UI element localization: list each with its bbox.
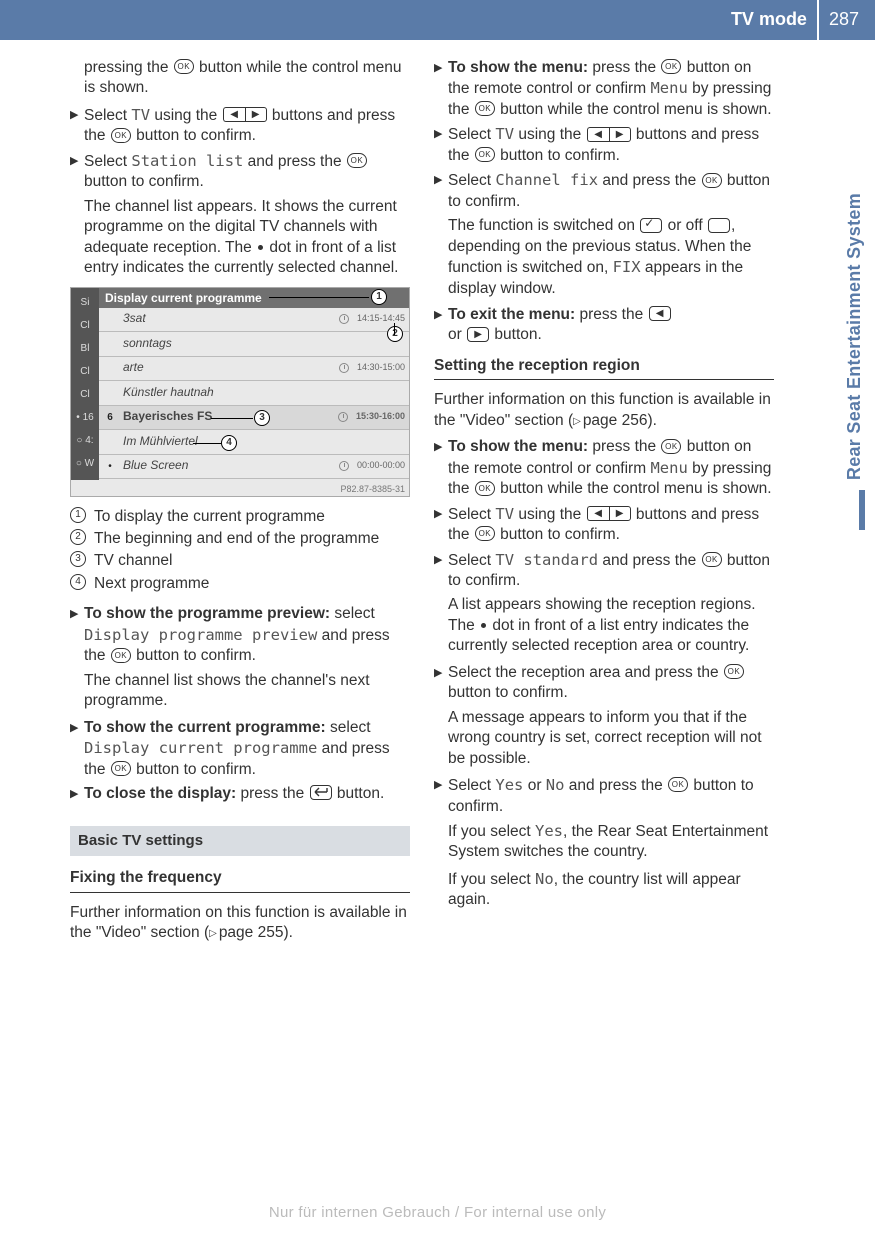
watermark-footer: Nur für internen Gebrauch / For internal… xyxy=(0,1203,875,1223)
tv-standard-result: A list appears showing the reception reg… xyxy=(434,595,774,656)
screenshot-ref: P82.87-8385-31 xyxy=(340,484,405,496)
ok-button-icon: OK xyxy=(475,526,495,541)
no-result: If you select No, the country list will … xyxy=(434,869,774,911)
step-show-menu-1: ▶ To show the menu: press the OK button … xyxy=(434,58,774,120)
screenshot-list-row: Künstler hautnah xyxy=(99,381,409,406)
right-arrow-icon: ▶ xyxy=(467,327,489,342)
left-right-arrows-icon: ◀▶ xyxy=(587,127,631,142)
callout-4: 4 xyxy=(221,435,237,451)
callout-legend: 1To display the current programme 2The b… xyxy=(70,507,410,595)
step-show-preview: ▶ To show the programme preview: select … xyxy=(70,604,410,666)
callout-1: 1 xyxy=(371,289,387,305)
ok-button-icon: OK xyxy=(668,777,688,792)
step-show-current: ▶ To show the current programme: select … xyxy=(70,718,410,780)
ok-button-icon: OK xyxy=(724,664,744,679)
screenshot-list-row: •Blue Screen00:00-00:00 xyxy=(99,455,409,480)
dot-icon xyxy=(258,245,263,250)
screenshot-list-row: arte14:30-15:00 xyxy=(99,357,409,382)
left-right-arrows-icon: ◀▶ xyxy=(587,506,631,521)
ok-button-icon: OK xyxy=(475,481,495,496)
channel-fix-result: The function is switched on or off , dep… xyxy=(434,216,774,299)
ok-button-icon: OK xyxy=(475,101,495,116)
left-column: pressing the OK button while the control… xyxy=(70,54,410,950)
step-select-tv: ▶ Select TV using the ◀▶ buttons and pre… xyxy=(70,105,410,147)
intro-text: pressing the OK button while the control… xyxy=(70,58,410,99)
header-title: TV mode xyxy=(731,0,819,40)
screenshot-list-row: 3sat14:15-14:45 xyxy=(99,308,409,333)
ok-button-icon: OK xyxy=(702,552,722,567)
dot-icon xyxy=(481,623,486,628)
side-tab-label: Rear Seat Entertainment System xyxy=(843,193,867,480)
step-station-list: ▶ Select Station list and press the OK b… xyxy=(70,151,410,193)
step-close-display: ▶ To close the display: press the but­to… xyxy=(70,784,410,804)
subheading-reception-region: Setting the reception region xyxy=(434,356,774,380)
back-button-icon xyxy=(310,785,332,800)
yes-result: If you select Yes, the Rear Seat Enterta… xyxy=(434,821,774,863)
page-number: 287 xyxy=(819,8,859,32)
step-show-menu-2: ▶ To show the menu: press the OK button … xyxy=(434,437,774,499)
left-arrow-icon: ◀ xyxy=(649,306,671,321)
ok-button-icon: OK xyxy=(174,59,194,74)
step-exit-menu: ▶ To exit the menu: press the ◀ or ▶ but… xyxy=(434,305,774,346)
section-basic-tv-settings: Basic TV settings xyxy=(70,826,410,856)
fixing-frequency-note: Further information on this function is … xyxy=(70,903,410,944)
checkbox-off-icon xyxy=(708,218,730,233)
ok-button-icon: OK xyxy=(475,147,495,162)
station-list-result: The channel list appears. It shows the c… xyxy=(70,197,410,279)
screenshot-left-strip: Si Cl Bl Cl Cl • 16 ○ 4: ○ W xyxy=(71,288,99,480)
screenshot-list-row: sonntags xyxy=(99,332,409,357)
subheading-fixing-frequency: Fixing the frequency xyxy=(70,868,410,892)
screenshot-list-row: Im Mühlviertel xyxy=(99,430,409,455)
ok-button-icon: OK xyxy=(111,128,131,143)
right-column: ▶ To show the menu: press the OK button … xyxy=(434,54,774,950)
ok-button-icon: OK xyxy=(661,59,681,74)
step-select-tv-3: ▶ Select TV using the ◀▶ buttons and pre… xyxy=(434,504,774,546)
checkbox-on-icon xyxy=(640,218,662,233)
ok-button-icon: OK xyxy=(347,153,367,168)
section-side-tab: Rear Seat Entertainment System xyxy=(841,100,865,530)
ok-button-icon: OK xyxy=(661,439,681,454)
step-tv-standard: ▶ Select TV standard and press the OK bu… xyxy=(434,550,774,592)
ok-button-icon: OK xyxy=(111,761,131,776)
callout-3: 3 xyxy=(254,410,270,426)
step-channel-fix: ▶ Select Channel fix and press the OK bu… xyxy=(434,170,774,212)
step-yes-no: ▶ Select Yes or No and press the OK butt… xyxy=(434,775,774,817)
ok-button-icon: OK xyxy=(111,648,131,663)
left-right-arrows-icon: ◀▶ xyxy=(223,107,267,122)
page-header: TV mode 287 xyxy=(0,0,875,40)
callout-2: 2 xyxy=(387,326,403,342)
reception-region-note: Further information on this function is … xyxy=(434,390,774,431)
step-select-tv-2: ▶ Select TV using the ◀▶ buttons and pre… xyxy=(434,124,774,166)
channel-list-screenshot: Si Cl Bl Cl Cl • 16 ○ 4: ○ W Display cur… xyxy=(70,287,410,497)
ok-button-icon: OK xyxy=(702,173,722,188)
step-select-reception-area: ▶ Select the reception area and press th… xyxy=(434,663,774,704)
